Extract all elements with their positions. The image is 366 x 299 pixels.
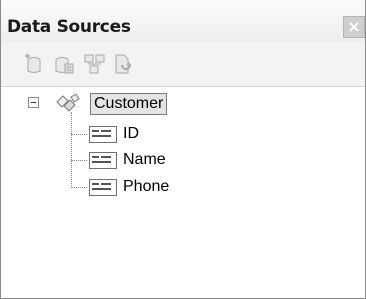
textbox-icon <box>89 179 117 196</box>
refresh-icon <box>115 54 131 74</box>
textbox-icon <box>89 126 117 143</box>
close-button[interactable] <box>343 16 365 38</box>
add-data-source-button[interactable] <box>22 52 46 76</box>
close-icon <box>349 22 359 32</box>
data-source-tree <box>1 87 365 298</box>
edit-dataset-button[interactable] <box>52 52 76 76</box>
tree-connector <box>71 187 87 188</box>
object-icon <box>56 93 80 112</box>
tree-item-field[interactable]: Name <box>123 150 166 170</box>
collapse-toggle[interactable] <box>28 97 39 108</box>
tree-connector <box>71 160 87 161</box>
textbox-icon <box>89 152 117 169</box>
database-configure-icon <box>84 54 105 74</box>
data-sources-panel: Data Sources Customer ID Name Phone <box>0 0 366 299</box>
configure-dataset-button[interactable] <box>83 52 107 76</box>
database-edit-icon <box>55 57 74 74</box>
panel-title: Data Sources <box>7 17 131 37</box>
toolbar <box>1 42 365 87</box>
refresh-button[interactable] <box>111 52 135 76</box>
tree-item-field[interactable]: ID <box>123 124 139 144</box>
tree-connector <box>71 112 72 188</box>
database-add-icon <box>25 53 41 73</box>
tree-connector <box>71 134 87 135</box>
panel-titlebar: Data Sources <box>1 0 365 42</box>
tree-root-customer[interactable]: Customer <box>90 93 168 115</box>
tree-item-field[interactable]: Phone <box>123 177 169 197</box>
